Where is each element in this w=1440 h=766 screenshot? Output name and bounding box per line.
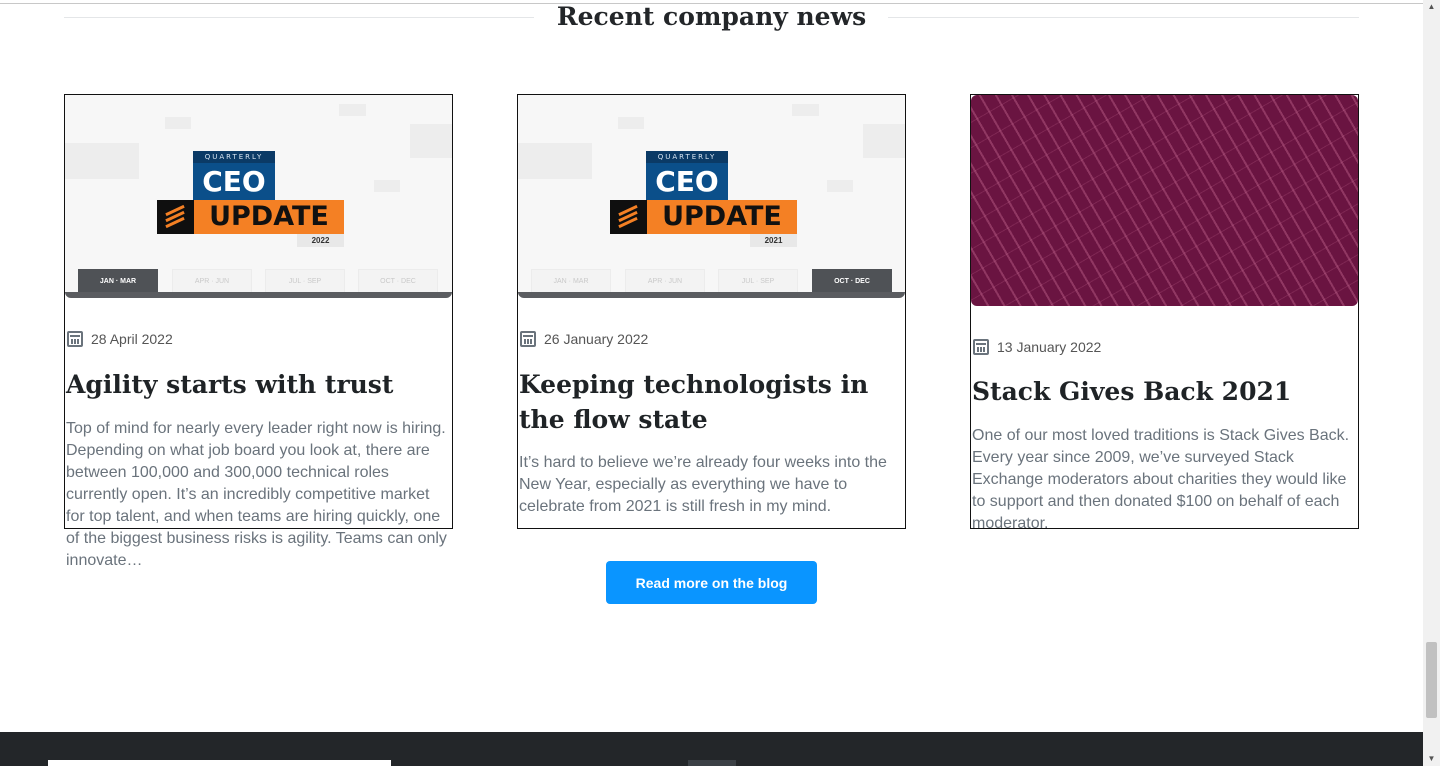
quarter-tab: JUL · SEP [718, 269, 798, 294]
post-title-link[interactable]: Keeping technologists in the flow state [519, 367, 904, 437]
quarter-tab: APR · JUN [172, 269, 252, 294]
badge-update: UPDATE [647, 200, 797, 234]
quarter-tab: JUL · SEP [265, 269, 345, 294]
post-title-link[interactable]: Agility starts with trust [66, 367, 451, 402]
section-header: Recent company news [64, 0, 1359, 36]
news-card[interactable]: 13 January 2022 Stack Gives Back 2021 On… [970, 94, 1359, 532]
stack-overflow-logo-icon [610, 200, 647, 234]
calendar-icon [67, 331, 83, 347]
post-excerpt: Top of mind for nearly every leader righ… [66, 420, 447, 569]
decor-block [165, 117, 191, 129]
post-excerpt: One of our most loved traditions is Stac… [972, 427, 1350, 532]
quarter-tab: APR · JUN [625, 269, 705, 294]
site-footer [0, 732, 1423, 766]
decor-block [65, 143, 139, 179]
title-rule-right [888, 17, 1359, 18]
stack-overflow-logo-icon [157, 200, 194, 234]
badge-ceo: CEO [193, 163, 275, 200]
scroll-up-arrow-icon[interactable]: ▲ [1423, 0, 1440, 14]
quarter-tab: JAN · MAR [531, 269, 611, 294]
badge-update: UPDATE [194, 200, 344, 234]
badge-year: 2021 [750, 234, 797, 247]
post-date-text: 28 April 2022 [91, 331, 173, 347]
post-date: 28 April 2022 [67, 331, 173, 347]
footer-block [688, 760, 736, 766]
decor-block [339, 104, 366, 116]
ceo-update-thumbnail[interactable]: QUARTERLY CEO UPDATE 2021 JAN · MAR APR … [518, 95, 905, 298]
news-card[interactable]: QUARTERLY CEO UPDATE 2022 JAN · MAR APR … [64, 94, 453, 569]
quarter-tab: OCT · DEC [358, 269, 438, 294]
quarter-tab: JAN · MAR [78, 269, 158, 294]
decor-block [792, 104, 819, 116]
post-date-text: 26 January 2022 [544, 331, 649, 347]
decor-block [618, 117, 644, 129]
scroll-down-arrow-icon[interactable]: ▼ [1423, 752, 1440, 766]
decor-block [374, 180, 400, 192]
thumbnail-bottom-bar [65, 292, 452, 298]
footer-block [48, 760, 391, 766]
calendar-icon [520, 331, 536, 347]
thumbnail-bottom-bar [518, 292, 905, 298]
scroll-thumb[interactable] [1426, 642, 1437, 718]
read-more-blog-button[interactable]: Read more on the blog [606, 561, 817, 604]
post-date-text: 13 January 2022 [997, 339, 1102, 355]
badge-ceo: CEO [646, 163, 728, 200]
ceo-update-thumbnail[interactable]: QUARTERLY CEO UPDATE 2022 JAN · MAR APR … [65, 95, 452, 298]
post-title-link[interactable]: Stack Gives Back 2021 [972, 374, 1357, 409]
news-card[interactable]: QUARTERLY CEO UPDATE 2021 JAN · MAR APR … [517, 94, 906, 529]
badge-quarterly: QUARTERLY [646, 151, 728, 163]
decor-block [827, 180, 853, 192]
decor-block [518, 143, 592, 179]
calendar-icon [973, 339, 989, 355]
badge-quarterly: QUARTERLY [193, 151, 275, 163]
post-date: 26 January 2022 [520, 331, 648, 347]
post-date: 13 January 2022 [973, 339, 1101, 355]
quarter-tab: OCT · DEC [812, 269, 892, 294]
post-excerpt: It’s hard to believe we’re already four … [519, 454, 887, 515]
gives-back-thumbnail[interactable] [971, 95, 1358, 306]
decor-block [863, 124, 905, 158]
decor-block [410, 124, 452, 158]
badge-year: 2022 [297, 234, 344, 247]
page-scrollbar[interactable]: ▲ ▼ [1423, 0, 1440, 766]
